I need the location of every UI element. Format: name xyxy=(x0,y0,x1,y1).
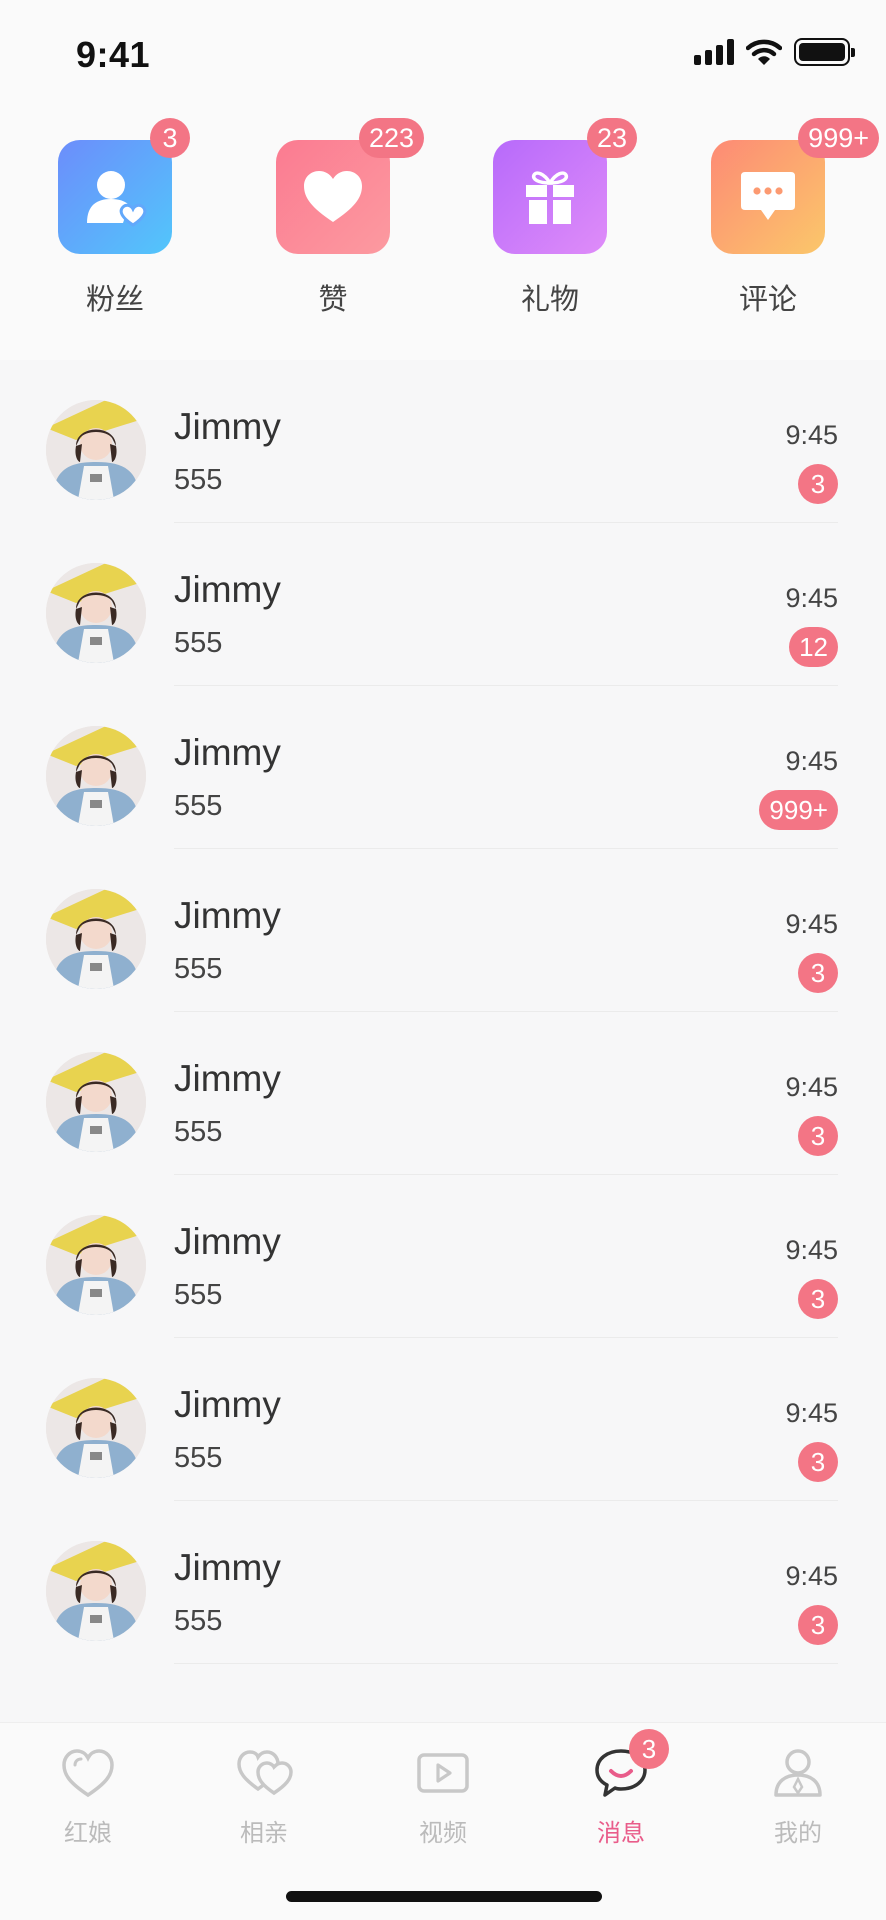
gift-icon: 23 xyxy=(493,118,637,254)
matchmaker-heart-icon xyxy=(60,1745,116,1801)
unread-badge: 3 xyxy=(798,464,838,504)
unread-badge: 12 xyxy=(789,627,838,667)
avatar[interactable] xyxy=(46,1052,146,1152)
tab-video[interactable]: 视频 xyxy=(373,1745,513,1848)
tab-matchmaker[interactable]: 红娘 xyxy=(18,1745,158,1848)
tab-label: 我的 xyxy=(774,1819,822,1847)
tab-label: 消息 xyxy=(597,1819,645,1847)
message-time: 9:45 xyxy=(785,420,838,450)
status-time: 9:41 xyxy=(76,34,151,75)
category-badge: 23 xyxy=(586,118,637,158)
contact-name: Jimmy xyxy=(174,1547,281,1588)
category-label: 赞 xyxy=(318,282,348,316)
unread-badge: 3 xyxy=(798,1116,838,1156)
bottom-tab-bar: 红娘 相亲 视频 3 消息 我的 xyxy=(0,1722,886,1920)
message-time: 9:45 xyxy=(785,1072,838,1102)
message-row[interactable]: Jimmy 555 9:45 999+ xyxy=(0,686,886,849)
message-preview: 555 xyxy=(174,627,223,659)
home-indicator xyxy=(286,1891,602,1902)
contact-name: Jimmy xyxy=(174,732,281,773)
avatar[interactable] xyxy=(46,563,146,663)
message-row[interactable]: Jimmy 555 9:45 3 xyxy=(0,360,886,523)
category-label: 粉丝 xyxy=(85,282,144,316)
message-preview: 555 xyxy=(174,1605,223,1637)
video-play-icon xyxy=(415,1745,471,1801)
notification-categories: 3 粉丝 223 赞 23 礼物 999+ 评论 xyxy=(0,110,886,360)
status-icons xyxy=(694,38,855,66)
chat-bubble-icon: 3 xyxy=(593,1729,669,1801)
wifi-icon xyxy=(746,39,782,65)
tab-messages[interactable]: 3 消息 xyxy=(551,1729,691,1848)
category-comments[interactable]: 999+ 评论 xyxy=(688,118,879,318)
unread-badge: 3 xyxy=(798,953,838,993)
message-preview: 555 xyxy=(174,1442,223,1474)
avatar[interactable] xyxy=(46,889,146,989)
avatar[interactable] xyxy=(46,1215,146,1315)
unread-badge: 3 xyxy=(798,1279,838,1319)
tab-label: 红娘 xyxy=(64,1819,112,1847)
message-row[interactable]: Jimmy 555 9:45 3 xyxy=(0,1012,886,1175)
message-row[interactable]: Jimmy 555 9:45 3 xyxy=(0,1338,886,1501)
category-label: 评论 xyxy=(738,282,797,316)
unread-badge: 3 xyxy=(798,1442,838,1482)
message-row[interactable]: Jimmy 555 9:45 3 xyxy=(0,1175,886,1338)
contact-name: Jimmy xyxy=(174,569,281,610)
message-preview: 555 xyxy=(174,953,223,985)
tab-label: 相亲 xyxy=(240,1819,288,1847)
category-badge: 223 xyxy=(358,118,424,158)
divider xyxy=(174,1663,838,1664)
message-time: 9:45 xyxy=(785,909,838,939)
message-preview: 555 xyxy=(174,790,223,822)
cellular-signal-icon xyxy=(694,39,734,65)
message-row[interactable]: Jimmy 555 9:45 3 xyxy=(0,1501,886,1664)
battery-icon xyxy=(794,38,855,66)
category-label: 礼物 xyxy=(520,282,579,316)
contact-name: Jimmy xyxy=(174,406,281,447)
message-preview: 555 xyxy=(174,1279,223,1311)
unread-badge: 999+ xyxy=(759,790,838,830)
profile-icon xyxy=(770,1745,826,1801)
message-row[interactable]: Jimmy 555 9:45 3 xyxy=(0,849,886,1012)
category-gifts[interactable]: 23 礼物 xyxy=(470,118,637,318)
category-fans[interactable]: 3 粉丝 xyxy=(35,118,195,318)
message-preview: 555 xyxy=(174,1116,223,1148)
contact-name: Jimmy xyxy=(174,1384,281,1425)
tab-profile[interactable]: 我的 xyxy=(728,1745,868,1848)
message-time: 9:45 xyxy=(785,1235,838,1265)
tab-badge: 3 xyxy=(629,1729,669,1769)
unread-badge: 3 xyxy=(798,1605,838,1645)
message-row[interactable]: Jimmy 555 9:45 12 xyxy=(0,523,886,686)
avatar[interactable] xyxy=(46,1541,146,1641)
fans-icon: 3 xyxy=(58,118,190,254)
message-list: Jimmy 555 9:45 3 Jimmy 555 9:45 12 Jimmy… xyxy=(0,360,886,1722)
contact-name: Jimmy xyxy=(174,1058,281,1099)
tab-dating[interactable]: 相亲 xyxy=(194,1745,334,1848)
avatar[interactable] xyxy=(46,1378,146,1478)
category-badge: 3 xyxy=(150,118,190,158)
message-time: 9:45 xyxy=(785,1561,838,1591)
avatar[interactable] xyxy=(46,400,146,500)
category-likes[interactable]: 223 赞 xyxy=(253,118,424,318)
contact-name: Jimmy xyxy=(174,895,281,936)
message-time: 9:45 xyxy=(785,583,838,613)
avatar[interactable] xyxy=(46,726,146,826)
heart-icon: 223 xyxy=(276,118,424,254)
message-time: 9:45 xyxy=(785,746,838,776)
message-preview: 555 xyxy=(174,464,223,496)
comment-icon: 999+ xyxy=(711,118,879,254)
message-time: 9:45 xyxy=(785,1398,838,1428)
contact-name: Jimmy xyxy=(174,1221,281,1262)
tab-label: 视频 xyxy=(419,1819,467,1847)
category-badge: 999+ xyxy=(798,118,879,158)
double-heart-icon xyxy=(236,1745,293,1801)
status-bar: 9:41 xyxy=(0,0,886,110)
